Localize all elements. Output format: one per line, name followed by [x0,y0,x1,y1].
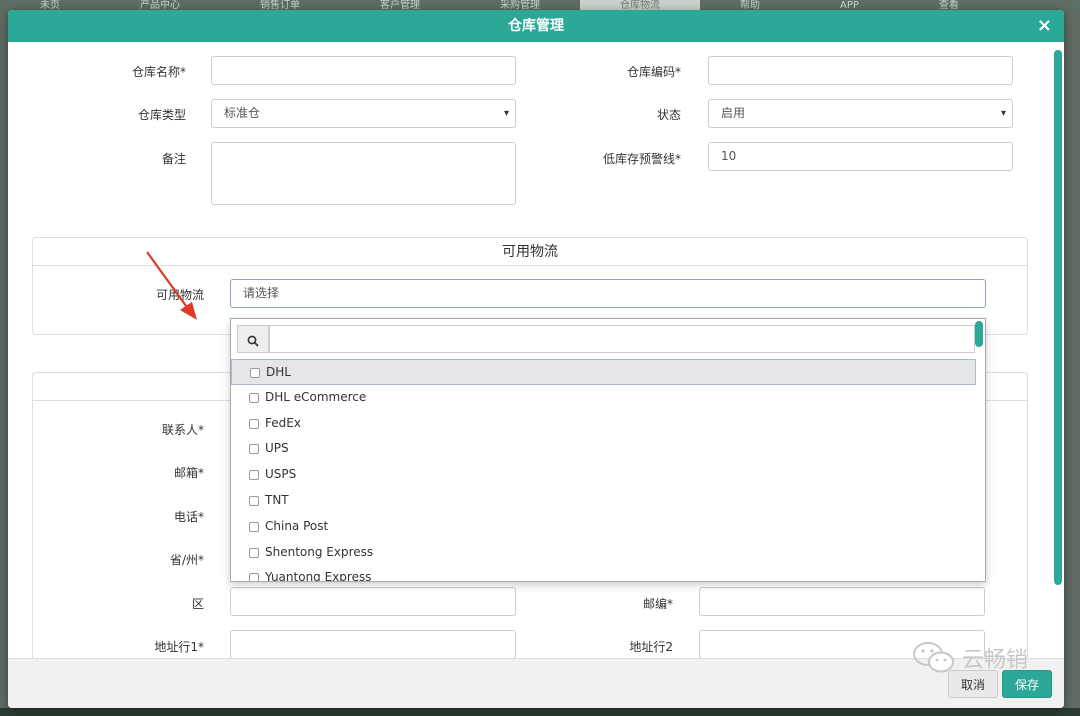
logistics-option[interactable]: TNT [231,488,976,514]
option-label: UPS [265,441,289,456]
dropdown-scrollbar[interactable] [975,321,983,347]
address1-input[interactable] [230,630,516,658]
checkbox-icon[interactable] [249,392,259,403]
close-icon[interactable]: × [1037,10,1052,42]
district-input[interactable] [230,587,516,616]
background-bottom-bar [0,708,1080,716]
logistics-option[interactable]: Yuantong Express [231,565,976,582]
warehouse-type-label: 仓库类型 [137,108,186,122]
modal-title: 仓库管理 [508,18,564,34]
option-label: China Post [265,518,329,533]
option-label: DHL eCommerce [265,389,367,404]
checkbox-icon[interactable] [249,521,259,532]
status-select[interactable]: 启用 [708,99,1013,128]
logistics-option[interactable]: DHL [231,359,976,385]
email-label: 邮箱* [173,466,204,480]
warehouse-type-select[interactable]: 标准仓 [211,99,516,128]
contact-label: 联系人* [161,423,204,437]
district-label: 区 [191,597,204,611]
checkbox-icon[interactable] [249,573,259,581]
low-stock-alert-input[interactable]: 10 [708,142,1013,171]
logistics-dropdown: DHL DHL eCommerce FedEx UPS USPS TNT Chi… [230,318,986,582]
postcode-input[interactable] [699,587,985,616]
search-icon [237,325,269,353]
warehouse-code-label: 仓库编码* [626,65,681,79]
option-label: Shentong Express [265,544,374,559]
modal-footer: 取消 保存 [8,658,1064,708]
watermark: 云畅销 [912,640,1028,676]
logistics-option[interactable]: China Post [231,514,976,540]
wechat-icon [913,642,954,673]
option-label: Yuantong Express [265,570,372,582]
checkbox-icon[interactable] [249,495,259,506]
remark-label: 备注 [161,152,186,166]
logistics-option[interactable]: FedEx [231,411,976,437]
checkbox-icon[interactable] [250,368,260,378]
checkbox-icon[interactable] [249,470,259,481]
annotation-arrow-icon [146,251,197,320]
logistics-option[interactable]: Shentong Express [231,540,976,566]
status-label: 状态 [656,108,681,122]
remark-textarea[interactable] [211,142,516,205]
logistics-option[interactable]: UPS [231,436,976,462]
province-label: 省/州* [169,553,204,567]
logistics-option-list: DHL DHL eCommerce FedEx UPS USPS TNT Chi… [231,359,976,582]
warehouse-type-value: 标准仓 [224,106,261,120]
option-label: DHL [266,365,291,379]
watermark-text: 云畅销 [962,648,1029,673]
status-value: 启用 [721,106,746,120]
checkbox-icon[interactable] [249,444,259,455]
checkbox-icon[interactable] [249,547,259,558]
checkbox-icon[interactable] [249,418,259,429]
address1-label: 地址行1* [154,640,204,654]
warehouse-name-label: 仓库名称* [131,65,186,79]
low-stock-alert-label: 低库存预警线* [602,152,681,166]
warehouse-name-input[interactable] [211,56,516,85]
warehouse-modal: 仓库管理 × 仓库名称* 仓库编码* 仓库类型 标准仓 状态 启用 备注 低库存… [8,10,1064,708]
option-label: USPS [265,467,297,482]
modal-scrollbar[interactable] [1054,50,1062,585]
option-label: FedEx [265,415,301,430]
option-label: TNT [265,492,289,507]
logistics-option[interactable]: USPS [231,462,976,488]
dropdown-search-row [237,325,975,353]
logistics-option[interactable]: DHL eCommerce [231,385,976,411]
modal-header: 仓库管理 × [8,10,1064,42]
phone-label: 电话* [173,510,204,524]
logistics-select[interactable]: 请选择 [230,279,986,308]
postcode-label: 邮编* [642,597,673,611]
dropdown-search-input[interactable] [269,325,975,353]
address2-label: 地址行2 [629,640,673,654]
modal-body: 仓库名称* 仓库编码* 仓库类型 标准仓 状态 启用 备注 低库存预警线* 10… [8,42,1064,658]
warehouse-code-input[interactable] [708,56,1013,85]
